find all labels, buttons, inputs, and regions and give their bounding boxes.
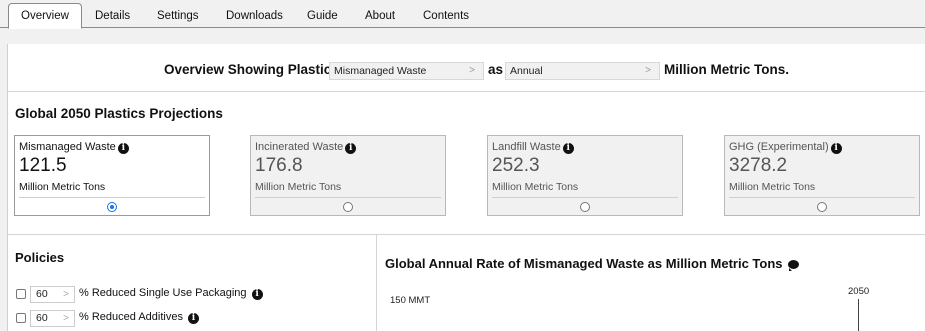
info-icon[interactable]: i <box>830 143 842 154</box>
chart-year-marker: 2050 <box>848 286 870 297</box>
chevron-right-icon: > <box>645 65 651 76</box>
card-mismanaged-waste[interactable]: Mismanaged Waste i 121.5 Million Metric T… <box>14 135 210 216</box>
controls-as-label: as <box>488 62 504 77</box>
card-radio[interactable] <box>343 202 353 212</box>
info-icon[interactable]: i <box>251 289 263 300</box>
period-select-value: Annual <box>510 65 543 77</box>
card-divider <box>492 197 678 198</box>
tab-overview[interactable]: Overview <box>8 3 82 29</box>
card-radio-selected[interactable] <box>107 202 117 212</box>
card-divider <box>729 197 915 198</box>
projections-title: Global 2050 Plastics Projections <box>15 106 223 121</box>
chart-y-tick: 150 MMT <box>390 295 431 306</box>
metric-select[interactable]: Mismanaged Waste > <box>329 62 484 80</box>
policy-checkbox[interactable] <box>16 313 26 323</box>
card-label: GHG (Experimental) i <box>729 141 842 154</box>
card-value: 121.5 <box>19 155 67 176</box>
card-value: 176.8 <box>255 155 303 176</box>
controls-suffix: Million Metric Tons. <box>664 62 790 77</box>
chat-bubble-icon[interactable] <box>788 260 800 271</box>
chevron-right-icon: > <box>63 313 69 324</box>
metric-select-value: Mismanaged Waste <box>334 65 427 77</box>
card-value: 252.3 <box>492 155 540 176</box>
tab-settings[interactable]: Settings <box>157 6 199 26</box>
card-incinerated-waste[interactable]: Incinerated Waste i 176.8 Million Metric … <box>250 135 446 216</box>
tab-bar: Overview Details Settings Downloads Guid… <box>0 0 925 29</box>
info-icon[interactable]: i <box>117 143 129 154</box>
tab-contents[interactable]: Contents <box>423 6 469 26</box>
policy-checkbox[interactable] <box>16 289 26 299</box>
policy-percent-stepper[interactable]: 60 > <box>30 286 75 303</box>
chart-title: Global Annual Rate of Mismanaged Waste a… <box>385 256 800 271</box>
info-icon[interactable]: i <box>562 143 574 154</box>
card-divider <box>19 197 205 198</box>
card-landfill-waste[interactable]: Landfill Waste i 252.3 Million Metric Ton… <box>487 135 683 216</box>
card-label: Landfill Waste i <box>492 141 574 154</box>
card-radio[interactable] <box>580 202 590 212</box>
policy-percent-value: 60 <box>36 288 48 300</box>
tab-details[interactable]: Details <box>95 6 130 26</box>
overview-controls: Overview Showing Plastic Mismanaged Wast… <box>8 44 925 92</box>
card-label: Incinerated Waste i <box>255 141 357 154</box>
card-radio[interactable] <box>817 202 827 212</box>
card-unit: Million Metric Tons <box>255 181 342 193</box>
info-icon[interactable]: i <box>345 143 357 154</box>
card-ghg-experimental[interactable]: GHG (Experimental) i 3278.2 Million Metri… <box>724 135 920 216</box>
card-unit: Million Metric Tons <box>19 181 106 193</box>
tab-downloads[interactable]: Downloads <box>226 6 283 26</box>
tab-about[interactable]: About <box>365 6 395 26</box>
overview-panel: Overview Showing Plastic Mismanaged Wast… <box>7 44 925 331</box>
card-label: Mismanaged Waste i <box>19 141 129 154</box>
card-divider <box>255 197 441 198</box>
period-select[interactable]: Annual > <box>505 62 660 80</box>
column-divider <box>376 234 377 331</box>
info-icon[interactable]: i <box>188 313 200 324</box>
card-unit: Million Metric Tons <box>729 181 816 193</box>
card-value: 3278.2 <box>729 155 788 176</box>
policy-percent-value: 60 <box>36 312 48 324</box>
policies-title: Policies <box>15 250 65 265</box>
controls-prefix: Overview Showing Plastic <box>164 62 332 77</box>
card-unit: Million Metric Tons <box>492 181 579 193</box>
policy-percent-stepper[interactable]: 60 > <box>30 310 75 327</box>
chevron-right-icon: > <box>63 289 69 300</box>
chevron-right-icon: > <box>469 65 475 76</box>
section-divider <box>8 234 925 235</box>
policy-label: % Reduced Single Use Packaging i <box>79 287 263 300</box>
chart-year-line <box>858 299 859 331</box>
tab-guide[interactable]: Guide <box>307 6 338 26</box>
policy-label: % Reduced Additives i <box>79 311 200 324</box>
